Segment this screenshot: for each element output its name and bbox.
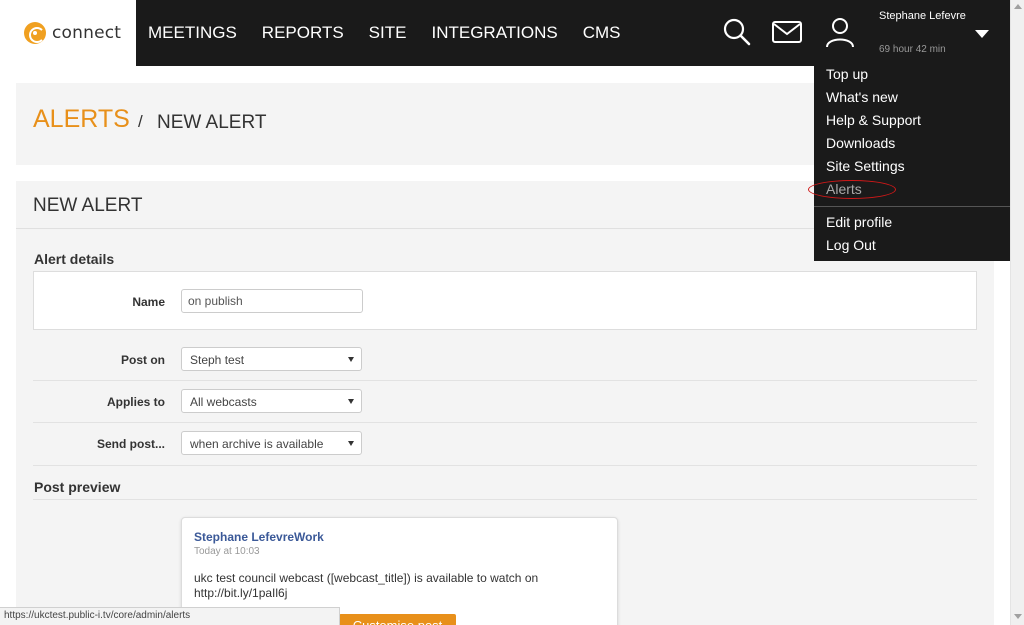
post-on-label: Post on [121,353,165,367]
search-icon[interactable] [721,16,753,48]
menu-item-log-out[interactable]: Log Out [826,237,876,253]
logo[interactable]: connect [0,0,136,66]
nav-item-reports[interactable]: REPORTS [262,23,344,43]
caret-down-icon [348,357,354,362]
post-preview-heading: Post preview [34,479,121,495]
applies-to-label: Applies to [106,395,165,409]
send-post-value: when archive is available [190,437,324,451]
divider [33,380,977,381]
user-icon[interactable] [824,16,856,48]
user-name[interactable]: Stephane Lefevre [879,10,966,22]
menu-item-site-settings[interactable]: Site Settings [826,158,905,174]
preview-author[interactable]: Stephane LefevreWork [194,530,324,544]
send-post-select[interactable]: when archive is available [181,431,362,455]
divider [33,465,977,466]
user-dropdown-menu: Top up What's new Help & Support Downloa… [814,62,1010,261]
scroll-up-arrow-icon[interactable] [1014,4,1022,9]
menu-item-help-support[interactable]: Help & Support [826,112,921,128]
caret-down-icon [348,441,354,446]
divider [33,499,977,500]
session-time: 69 hour 42 min [879,44,946,55]
alert-details-heading: Alert details [34,251,115,267]
top-navbar: connect MEETINGS REPORTS SITE INTEGRATIO… [0,0,1010,66]
nav-item-cms[interactable]: CMS [583,23,621,43]
nav-item-site[interactable]: SITE [369,23,407,43]
menu-item-downloads[interactable]: Downloads [826,135,895,151]
menu-item-whats-new[interactable]: What's new [826,89,898,105]
name-input[interactable] [181,289,363,313]
mail-icon[interactable] [771,16,803,48]
preview-text: ukc test council webcast ([webcast_title… [194,571,539,600]
name-field-box [33,271,977,330]
applies-to-select[interactable]: All webcasts [181,389,362,413]
chevron-down-icon[interactable] [975,30,989,38]
panel-title: NEW ALERT [33,195,143,216]
alerts-highlight-annotation [808,180,896,199]
caret-down-icon [348,399,354,404]
customise-post-button[interactable]: Customise post [339,614,456,625]
breadcrumb-current: NEW ALERT [157,112,267,133]
menu-item-top-up[interactable]: Top up [826,66,868,82]
nav-item-meetings[interactable]: MEETINGS [148,23,237,43]
preview-timestamp: Today at 10:03 [194,546,260,557]
divider [33,422,977,423]
applies-to-value: All webcasts [190,395,257,409]
page-scrollbar[interactable] [1010,0,1024,625]
menu-item-edit-profile[interactable]: Edit profile [826,214,892,230]
main-nav: MEETINGS REPORTS SITE INTEGRATIONS CMS [148,0,646,66]
nav-item-integrations[interactable]: INTEGRATIONS [431,23,557,43]
breadcrumb-separator: / [138,112,143,131]
scroll-down-arrow-icon[interactable] [1014,614,1022,619]
browser-status-url: https://ukctest.public-i.tv/core/admin/a… [0,607,340,625]
name-label: Name [132,295,165,309]
post-on-value: Steph test [190,353,245,367]
logo-text: connect [52,23,122,43]
menu-divider [814,206,1010,207]
connect-logo-icon [24,22,46,44]
breadcrumb-alerts-link[interactable]: ALERTS [33,105,130,134]
send-post-label: Send post... [96,437,165,451]
post-on-select[interactable]: Steph test [181,347,362,371]
